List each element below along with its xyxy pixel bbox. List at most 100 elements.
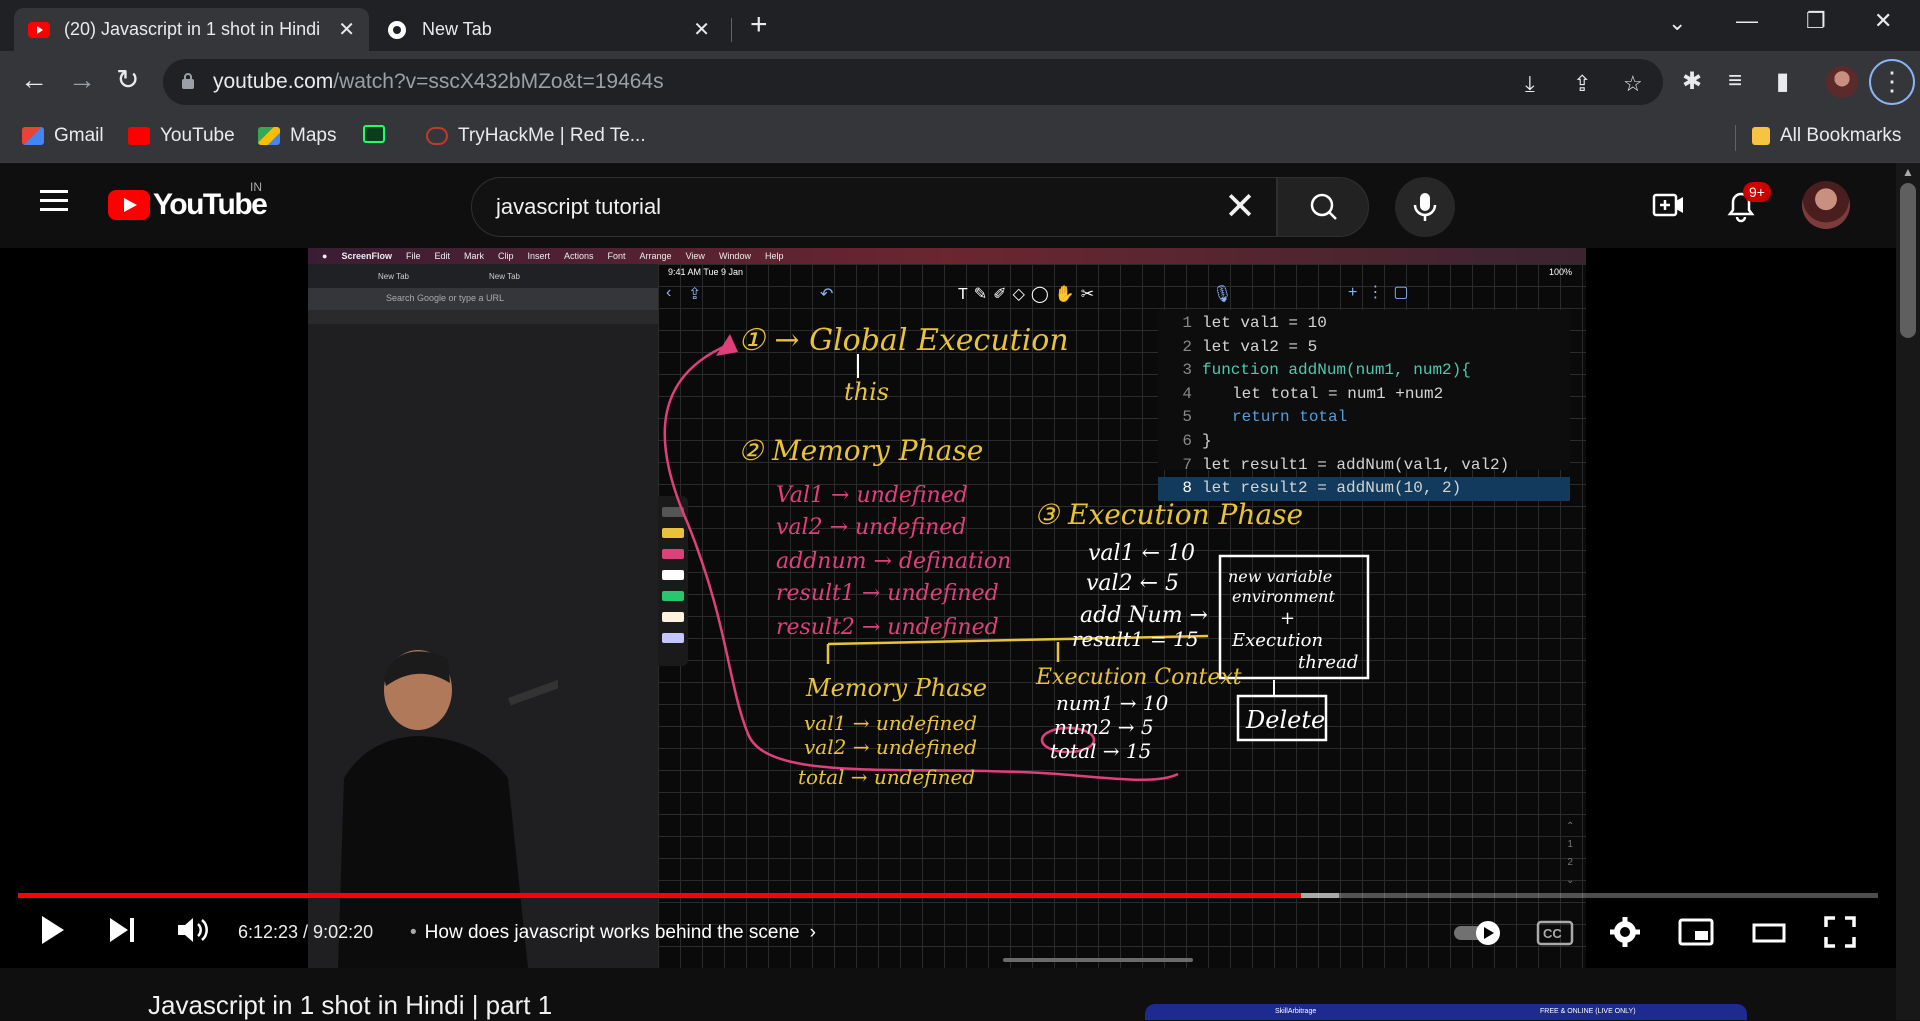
menu-item: Arrange [639,251,672,261]
bookmark-extension[interactable] [363,125,395,143]
search-input[interactable]: javascript tutorial ✕ [471,177,1277,237]
search-query: javascript tutorial [496,194,662,219]
scrollbar-thumb[interactable] [1900,183,1916,338]
install-app-icon[interactable]: ⤓ [1525,71,1535,97]
menu-item: Insert [527,251,551,261]
account-avatar[interactable] [1802,181,1850,229]
settings-gear-icon[interactable] [1609,916,1641,948]
all-bookmarks[interactable]: All Bookmarks [1752,125,1901,147]
profile-avatar[interactable] [1826,66,1858,98]
ink-execution-context: Execution Context [1035,665,1242,690]
bookmark-separator [1735,125,1736,151]
menu-icon[interactable] [40,190,68,212]
horizontal-scroll-indicator [1003,958,1193,962]
next-video-button[interactable] [108,916,138,944]
ink-memory-phase-2: Memory Phase [805,674,987,702]
new-tab-button[interactable]: + [750,10,768,40]
media-control-icon[interactable]: ≡ [1728,67,1742,95]
apple-icon: ● [322,251,328,261]
tab-youtube[interactable]: (20) Javascript in 1 shot in Hindi ✕ [14,8,369,51]
close-tab-icon[interactable]: ✕ [338,17,355,42]
page-nav-indicator: ⌃ 1 2 ⌄ [1566,821,1575,886]
menu-item: ScreenFlow [341,251,392,261]
ink-delete: Delete [1245,706,1325,734]
back-button[interactable]: ← [20,63,48,97]
clear-search-icon[interactable]: ✕ [1224,184,1256,229]
ad-brand: SkillArbitrage [1275,1008,1317,1015]
youtube-icon [128,127,150,145]
ink-mem-line: result2 → undefined [776,615,999,640]
volume-icon[interactable] [176,916,210,944]
browser-tab-strip: (20) Javascript in 1 shot in Hindi ✕ New… [0,0,1920,51]
share-icon[interactable]: ⇪ [1573,71,1591,97]
bookmark-tryhackme[interactable]: TryHackMe | Red Te... [426,125,646,147]
recorded-url-bar: Search Google or type a URL [308,288,658,310]
youtube-play-icon [108,190,150,220]
chapter-label: How does javascript works behind the sce… [424,922,800,943]
bookmark-label: TryHackMe | Red Te... [458,125,646,146]
ipad-whiteboard: 9:41 AM Tue 9 Jan 100% ‹ ⇪ ↶ T✎✐◇◯✋✂ 🎙 +… [658,264,1586,968]
reload-button[interactable]: ↻ [116,63,139,97]
mac-menu-bar: ● ScreenFlow File Edit Mark Clip Insert … [308,248,1586,264]
ink-box-line: environment [1232,587,1335,606]
forward-button[interactable]: → [68,63,96,97]
ink-box-line: new variable [1228,567,1332,586]
lock-icon [182,73,194,89]
autoplay-toggle[interactable] [1452,920,1504,946]
ink-ctx-line: total → 15 [1050,739,1151,763]
search-button[interactable] [1277,177,1369,237]
ink-execution-phase: ③ Execution Phase [1034,498,1303,531]
tab-title: New Tab [422,19,492,39]
theater-mode-icon[interactable] [1752,922,1786,944]
tab-new-tab[interactable]: New Tab ✕ [372,8,724,51]
search-icon [1310,193,1337,220]
side-panel-icon[interactable]: ▮ [1776,67,1789,96]
address-bar[interactable]: youtube.com/watch?v=sscX432bMZo&t=19464s… [163,59,1663,105]
chevron-right-icon: › [809,922,816,943]
ink-mem-line: val2 → undefined [776,515,966,540]
fullscreen-icon[interactable] [1824,916,1856,948]
browser-toolbar: ← → ↻ youtube.com/watch?v=sscX432bMZo&t=… [0,51,1920,113]
minimize-button[interactable]: — [1736,8,1758,34]
ink-box-line: thread [1298,652,1358,673]
menu-item: Edit [434,251,450,261]
play-button[interactable] [38,914,66,946]
ink-exec-line: val1 ← 10 [1088,541,1195,566]
ink-exec-line: val2 ← 5 [1086,571,1179,596]
voice-search-button[interactable] [1395,177,1455,237]
bookmark-star-icon[interactable]: ☆ [1623,71,1643,97]
tab-search-chevron-icon[interactable]: ⌄ [1668,10,1686,36]
tryhackme-icon [426,127,448,145]
scroll-up-icon[interactable]: ▲ [1902,165,1914,179]
chapter-title[interactable]: • How does javascript works behind the sc… [410,922,816,944]
miniplayer-icon[interactable] [1678,918,1714,946]
ink-mem2-line: total → undefined [798,765,975,789]
youtube-logo[interactable]: YouTube IN [108,180,268,222]
bookmark-youtube[interactable]: YouTube [128,125,235,147]
extensions-icon[interactable]: ✱ [1682,67,1702,96]
close-window-button[interactable]: ✕ [1874,8,1892,34]
ink-mem-line: addnum → defination [776,549,1011,574]
country-code: IN [250,180,262,194]
chrome-menu-button[interactable]: ⋮ [1869,59,1915,105]
sponsored-banner[interactable]: SkillArbitrage FREE & ONLINE (LIVE ONLY) [1145,1004,1747,1020]
bookmark-label: Maps [290,125,337,146]
video-frame: ● ScreenFlow File Edit Mark Clip Insert … [308,248,1586,968]
close-tab-icon[interactable]: ✕ [693,17,710,42]
bookmark-gmail[interactable]: Gmail [22,125,104,147]
progress-bar[interactable] [18,893,1878,898]
recorded-tab: New Tab [488,271,520,281]
ink-box-line: + [1280,608,1295,629]
create-video-icon[interactable] [1652,191,1684,219]
menu-item: View [685,251,705,261]
menu-item: Clip [497,251,514,261]
page-scrollbar[interactable]: ▲ [1896,163,1920,1020]
restore-button[interactable]: ❐ [1806,8,1826,34]
bookmark-maps[interactable]: Maps [258,125,336,147]
subtitles-cc-icon[interactable]: CC [1536,920,1576,946]
ink-mem2-line: val2 → undefined [804,735,977,759]
buffered-bar [1301,893,1339,898]
video-player[interactable]: ● ScreenFlow File Edit Mark Clip Insert … [0,248,1896,968]
ink-ctx-line: num2 → 5 [1054,715,1154,739]
ink-mem2-line: val1 → undefined [804,711,977,735]
